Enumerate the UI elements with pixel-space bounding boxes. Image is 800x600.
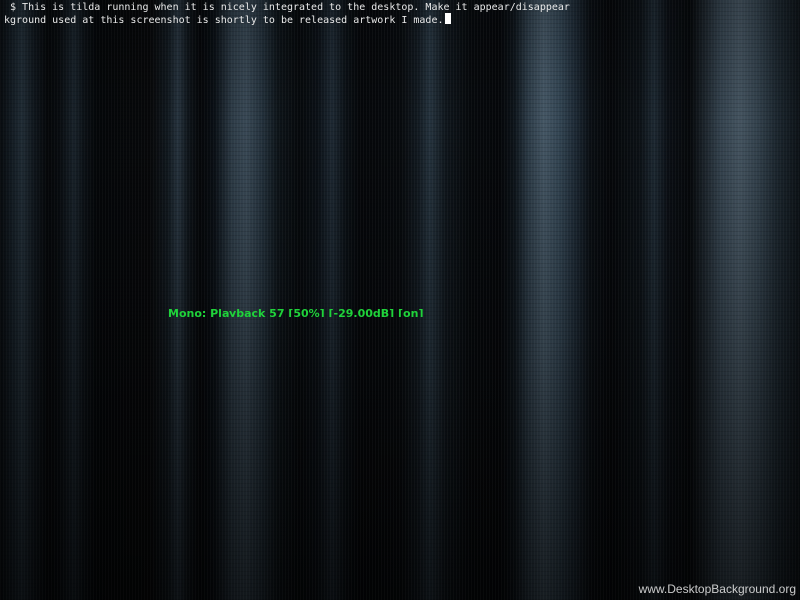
terminal-line: kground used at this screenshot is short… <box>4 13 451 27</box>
desktop-wallpaper: $ This is tilda running when it is nicel… <box>0 0 800 600</box>
tilda-terminal[interactable]: $ This is tilda running when it is nicel… <box>0 0 570 330</box>
volume-status-text: Mono: Playback 57 [50%] [-29.00dB] [on] <box>168 307 424 317</box>
terminal-cursor <box>444 13 451 24</box>
terminal-line-text: kground used at this screenshot is short… <box>4 15 444 26</box>
watermark-text: www.DesktopBackground.org <box>638 582 796 596</box>
terminal-line-text: $ This is tilda running when it is nicel… <box>4 2 570 13</box>
